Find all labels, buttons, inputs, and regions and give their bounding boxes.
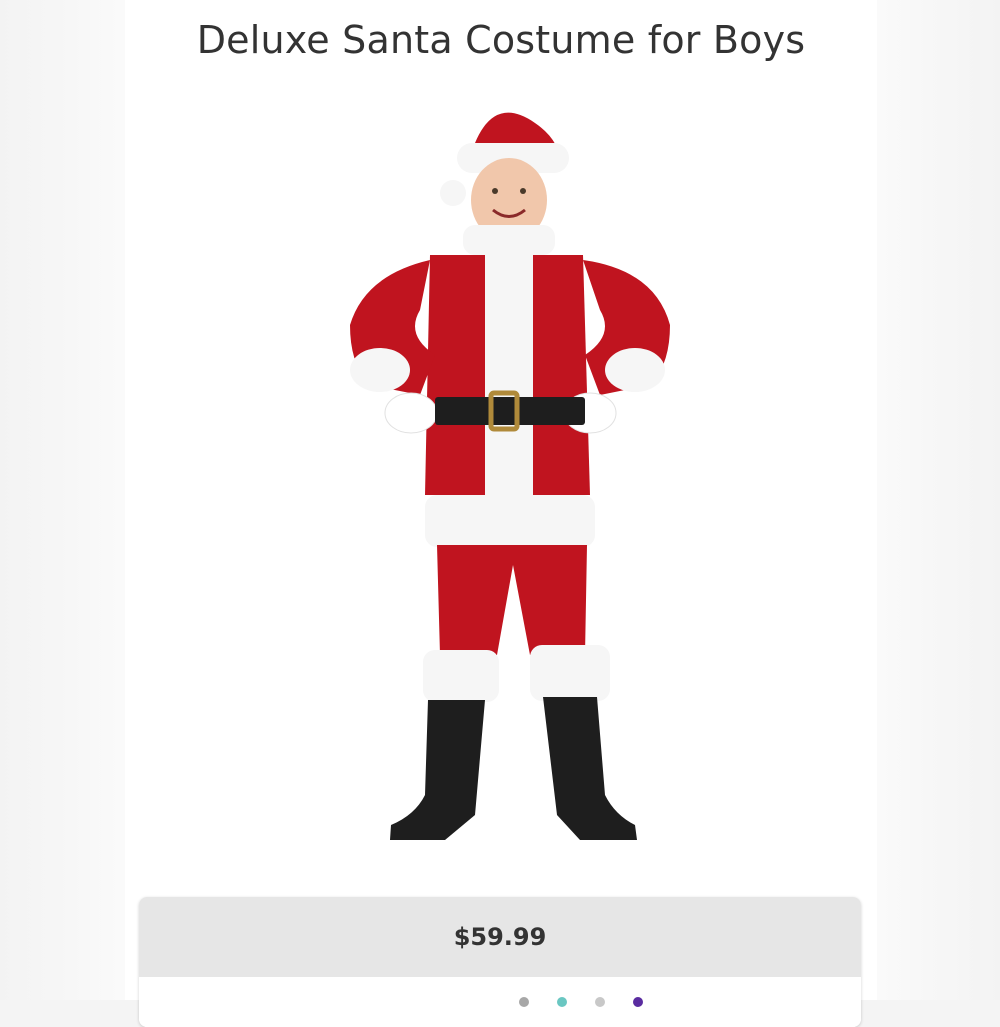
hat-pompom: [440, 180, 466, 206]
eye-left: [492, 188, 498, 194]
cuff-left: [350, 348, 410, 392]
product-title: Deluxe Santa Costume for Boys: [196, 18, 806, 62]
boot-right: [543, 697, 637, 840]
product-page: Deluxe Santa Costume for Boys $59.99: [125, 0, 877, 1027]
indicator-dot[interactable]: [557, 997, 567, 1007]
indicator-dot[interactable]: [595, 997, 605, 1007]
indicator-dot[interactable]: [519, 997, 529, 1007]
jacket-hem-fur: [425, 495, 595, 547]
price-card: $59.99: [139, 897, 861, 1027]
cuff-right: [605, 348, 665, 392]
price-label: $59.99: [453, 923, 547, 951]
indicator-dot[interactable]: [633, 997, 643, 1007]
boot-left: [390, 700, 485, 840]
eye-right: [520, 188, 526, 194]
image-indicator-dots: [519, 997, 643, 1007]
price-card-footer: [139, 977, 861, 1027]
background-blur-left: [0, 0, 125, 1000]
boot-fur-right: [530, 645, 610, 701]
product-image[interactable]: [325, 95, 685, 860]
background-blur-right: [875, 0, 1000, 1000]
boot-fur-left: [423, 650, 499, 702]
belt: [435, 397, 585, 425]
price-bar[interactable]: $59.99: [139, 897, 861, 977]
pants: [437, 545, 587, 655]
glove-left: [384, 392, 438, 434]
jacket-fur-strip: [485, 245, 533, 495]
